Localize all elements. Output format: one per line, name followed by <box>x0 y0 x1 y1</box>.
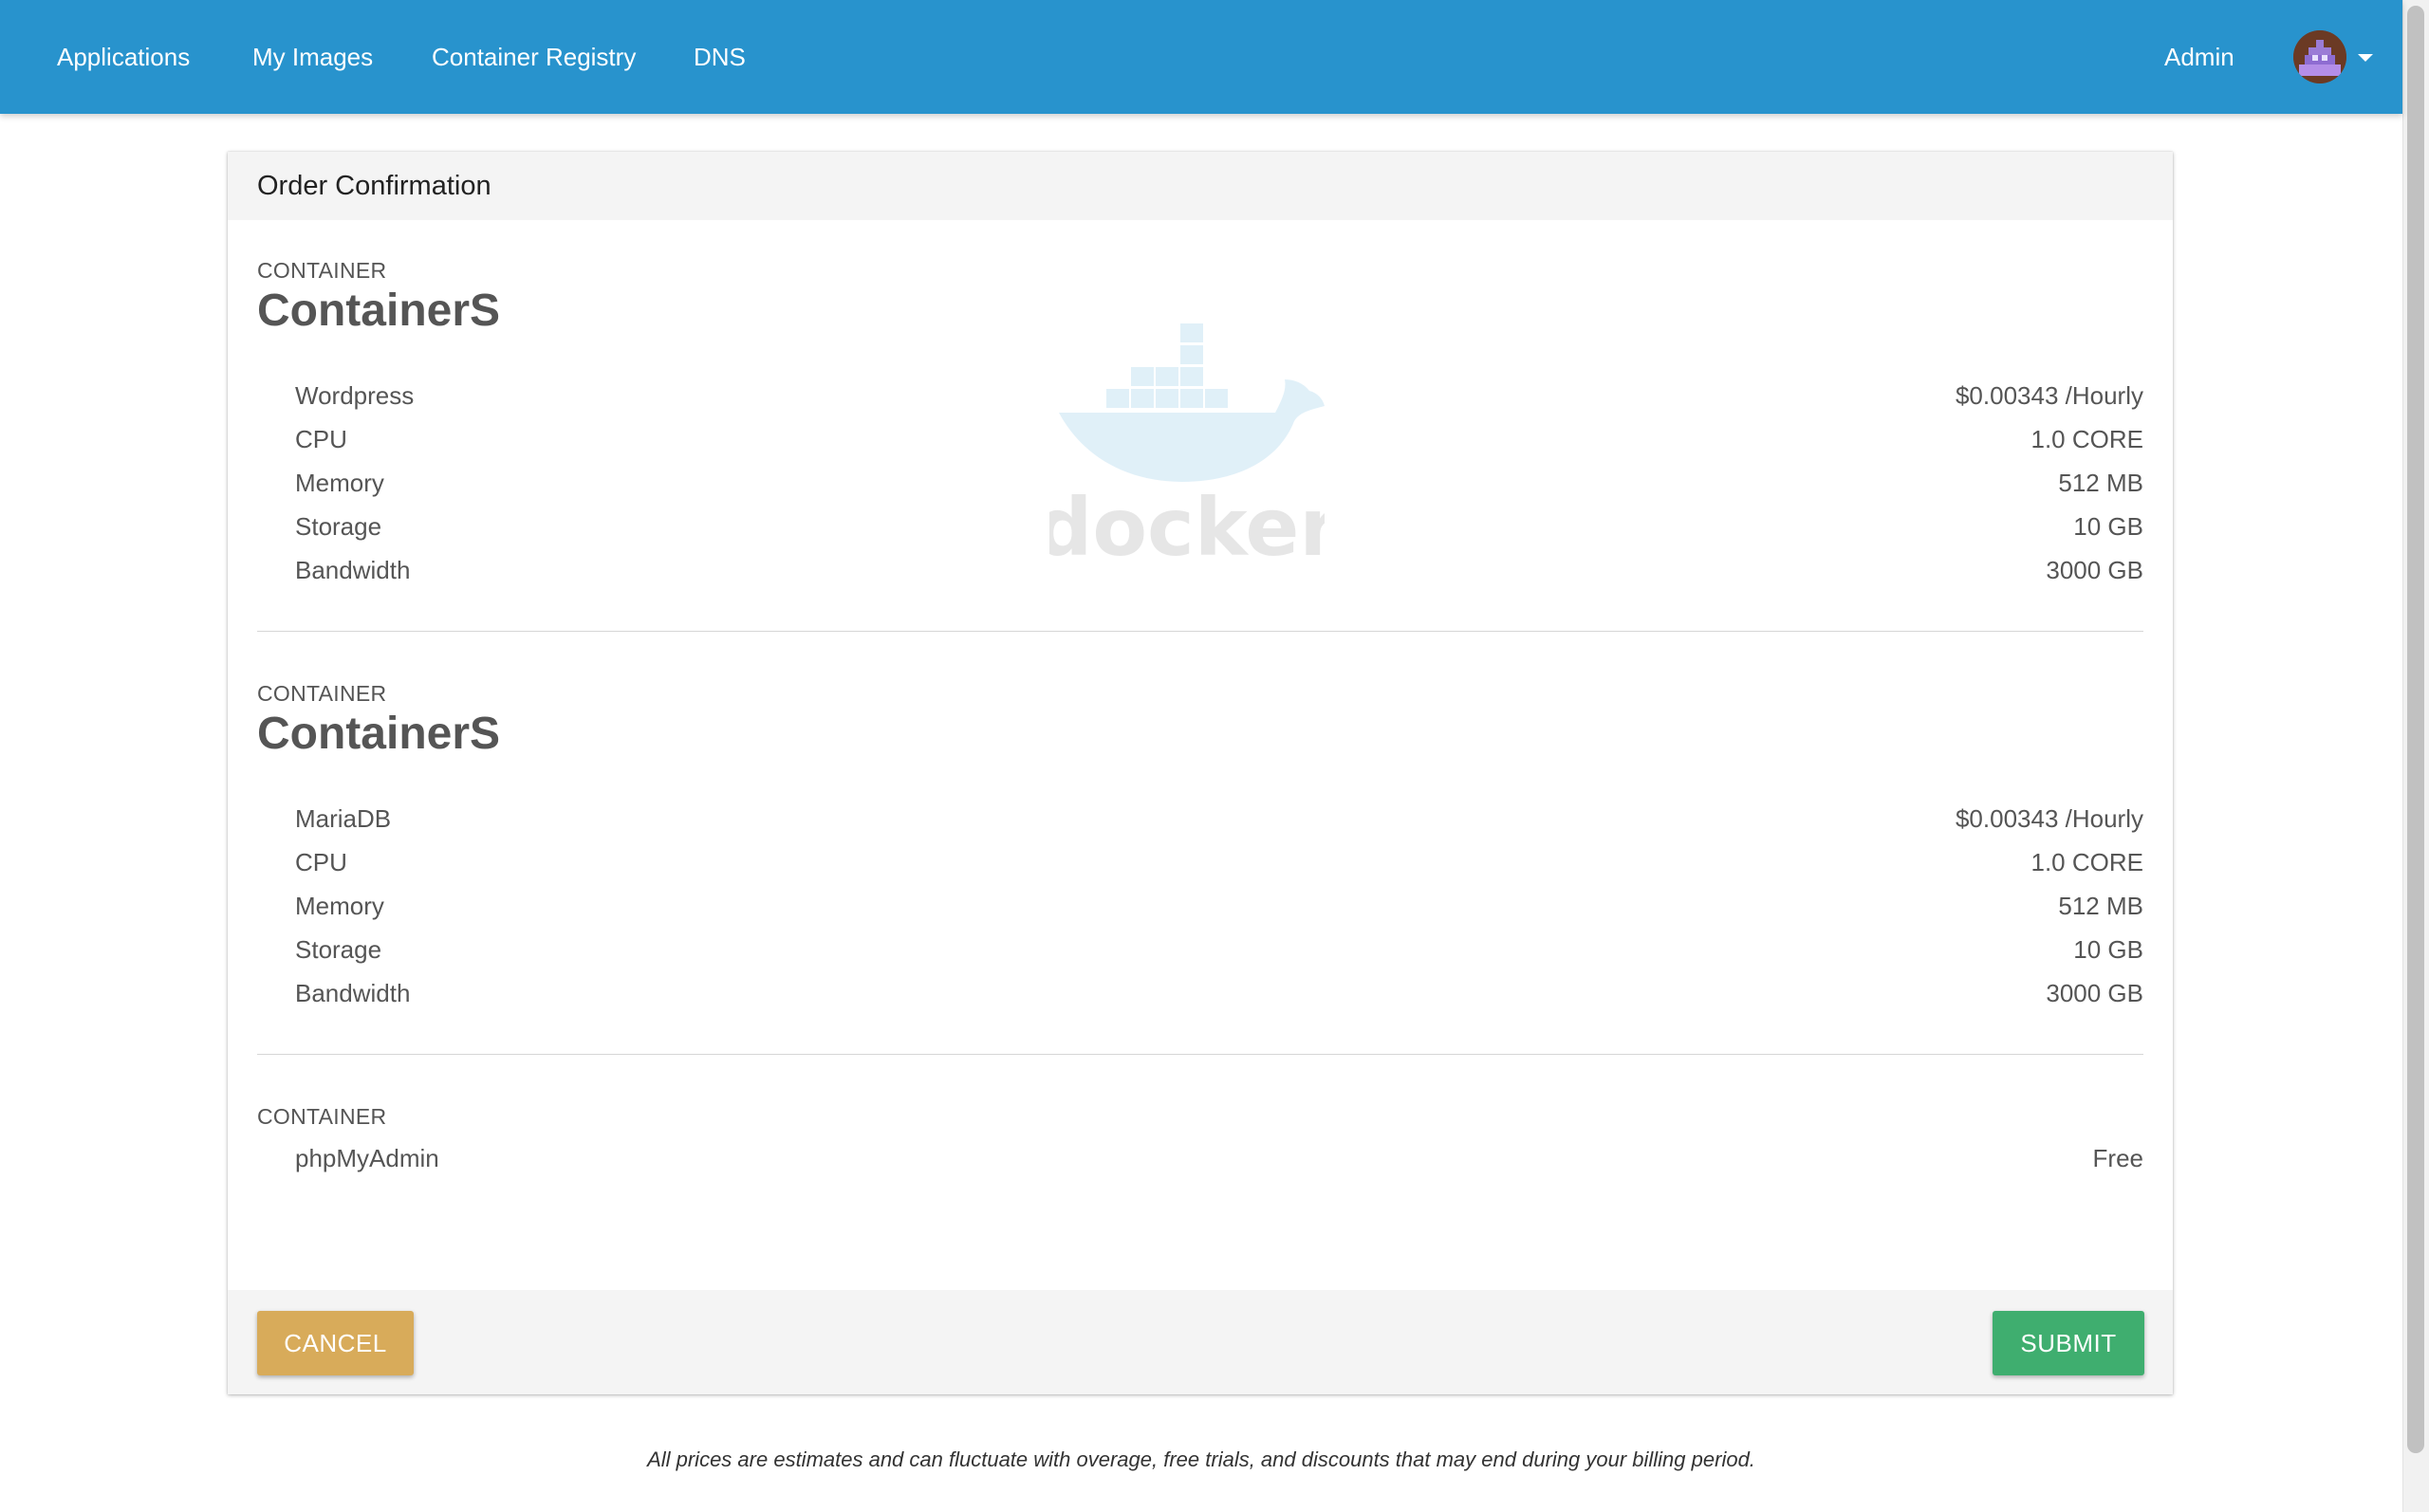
nav-applications[interactable]: Applications <box>57 0 190 114</box>
section-1-row-2-value: 1.0 CORE <box>2030 425 2144 453</box>
nav-my-images[interactable]: My Images <box>252 0 373 114</box>
nav-container-registry[interactable]: Container Registry <box>432 0 636 114</box>
user-avatar-icon[interactable] <box>2293 30 2346 83</box>
section-1-label: CONTAINER <box>257 258 387 283</box>
section-2-row-1-label: MariaDB <box>295 804 392 833</box>
section-2-row-4-value: 10 GB <box>2073 935 2143 964</box>
docker-logo-watermark: docker <box>1049 323 1325 560</box>
section-3-label: CONTAINER <box>257 1104 387 1129</box>
section-2-row-3-label: Memory <box>295 892 384 920</box>
section-1-name: ContainerS <box>257 286 501 336</box>
card-header: Order Confirmation <box>228 152 2173 220</box>
docker-watermark-text: docker <box>1049 481 1325 560</box>
section-2-row-5-value: 3000 GB <box>2046 979 2143 1007</box>
submit-button[interactable]: SUBMIT <box>1993 1311 2144 1375</box>
user-menu-caret-icon[interactable] <box>2358 54 2373 62</box>
section-1-row-3-label: Memory <box>295 469 384 497</box>
scrollbar-thumb[interactable] <box>2407 6 2424 1453</box>
section-2-row-4-label: Storage <box>295 935 382 964</box>
section-2-row-3-value: 512 MB <box>2058 892 2143 920</box>
section-1-row-1-value: $0.00343 /Hourly <box>1955 381 2143 410</box>
section-1-row-5-value: 3000 GB <box>2046 556 2143 584</box>
section-1-row-1-label: Wordpress <box>295 381 415 410</box>
section-2-row-2-value: 1.0 CORE <box>2030 848 2144 876</box>
top-navbar: Applications My Images Container Registr… <box>0 0 2402 114</box>
section-1-row-4-value: 10 GB <box>2073 512 2143 541</box>
section-2-row-1-value: $0.00343 /Hourly <box>1955 804 2143 833</box>
avatar-graphic <box>2293 30 2346 83</box>
section-3-row-1-value: Free <box>2092 1144 2143 1172</box>
section-2-name: ContainerS <box>257 709 501 759</box>
pricing-disclaimer: All prices are estimates and can fluctua… <box>647 1447 1755 1471</box>
section-1-row-2-label: CPU <box>295 425 347 453</box>
section-1-row-3-value: 512 MB <box>2058 469 2143 497</box>
nav-dns[interactable]: DNS <box>694 0 746 114</box>
section-divider-2 <box>257 1054 2143 1055</box>
section-2-label: CONTAINER <box>257 681 387 706</box>
cancel-button[interactable]: CANCEL <box>257 1311 414 1375</box>
section-2-row-5-label: Bandwidth <box>295 979 411 1007</box>
section-1-row-4-label: Storage <box>295 512 382 541</box>
section-2-row-2-label: CPU <box>295 848 347 876</box>
card-title: Order Confirmation <box>257 171 491 201</box>
section-divider-1 <box>257 631 2143 632</box>
order-confirmation-card: Order Confirmation docker CONTAINER Cont… <box>228 152 2173 1394</box>
section-3-row-1-label: phpMyAdmin <box>295 1144 439 1172</box>
nav-user-name[interactable]: Admin <box>2164 0 2234 114</box>
section-1-row-5-label: Bandwidth <box>295 556 411 584</box>
card-footer: CANCEL SUBMIT <box>228 1290 2173 1394</box>
